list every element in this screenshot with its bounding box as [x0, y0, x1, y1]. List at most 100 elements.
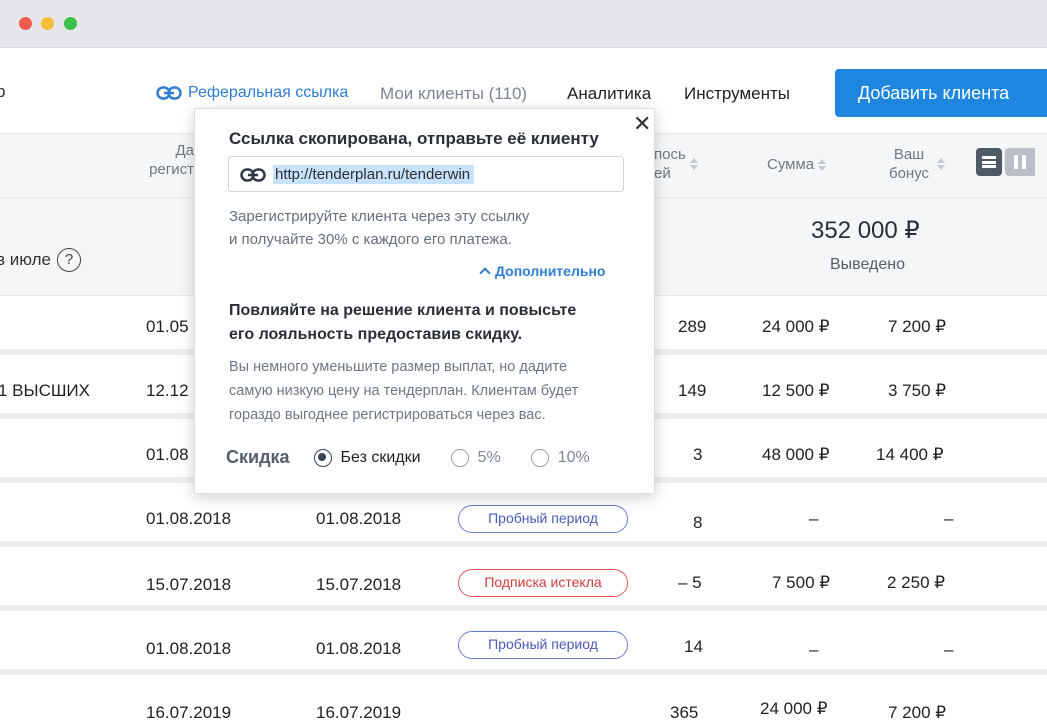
registration-date: 01.08.2018 — [146, 509, 232, 528]
view-toggle — [976, 148, 1035, 176]
table-row[interactable]: 15.07.2018 15.07.2018 Подписка истекла –… — [0, 553, 1047, 611]
discount-heading: Повлияйте на решение клиента и повысьте … — [229, 299, 629, 347]
column-header-text: ей — [654, 165, 671, 182]
days-value: 365 — [670, 703, 699, 722]
sum-value: 24 000 ₽ — [762, 317, 830, 336]
bonus-value: – — [944, 509, 954, 528]
sort-icon — [937, 158, 946, 170]
sum-value: – — [809, 509, 819, 528]
nav-analytics[interactable]: Аналитика — [567, 84, 651, 104]
list-view-button[interactable] — [976, 148, 1002, 176]
close-icon[interactable]: ✕ — [633, 111, 651, 137]
sum-value: 12 500 ₽ — [762, 381, 830, 400]
days-value: 14 — [684, 637, 703, 656]
discount-option-5[interactable]: 5% — [450, 448, 501, 467]
radio-icon — [530, 448, 549, 467]
column-header-days[interactable]: пось ей — [654, 145, 698, 183]
chevron-up-icon — [479, 267, 491, 279]
close-window-button[interactable] — [19, 17, 32, 30]
table-row[interactable]: 01.08.2018 01.08.2018 Пробный период 8 –… — [0, 489, 1047, 547]
bonus-value: 3 750 ₽ — [888, 381, 947, 400]
popup-description: Зарегистрируйте клиента через эту ссылку… — [229, 205, 629, 251]
bonus-value: 7 200 ₽ — [888, 703, 947, 722]
sort-icon — [689, 158, 698, 170]
list-icon — [982, 155, 996, 170]
nav-referral-link[interactable]: Реферальная ссылка — [156, 84, 348, 102]
payment-date: 01.08.2018 — [316, 639, 402, 658]
bonus-value: 7 200 ₽ — [888, 317, 947, 336]
registration-date: 12.12 — [146, 381, 189, 400]
discount-heading-line: его лояльность предоставив скидку. — [229, 326, 523, 343]
sum-value: 7 500 ₽ — [772, 573, 831, 592]
payment-date: 16.07.2019 — [316, 703, 402, 722]
column-header-registration-date[interactable]: Да регист — [138, 141, 194, 179]
radio-icon — [450, 448, 469, 467]
popup-description-line: Зарегистрируйте клиента через эту ссылку — [229, 208, 530, 225]
nav-referral-label: Реферальная ссылка — [188, 84, 349, 101]
referral-link-popup: ✕ Ссылка скопирована, отправьте её клиен… — [194, 108, 655, 494]
radio-selected-icon — [313, 448, 332, 467]
columns-icon — [1012, 155, 1028, 169]
table-row[interactable]: 16.07.2019 16.07.2019 365 24 000 ₽ 7 200… — [0, 681, 1047, 728]
withdrawn-caption: Выведено — [830, 256, 906, 273]
window-titlebar — [0, 0, 1047, 48]
column-header-text: Ваш — [893, 146, 925, 163]
days-value: 3 — [693, 445, 703, 464]
discount-option-label: Без скидки — [340, 448, 421, 466]
registration-date: 15.07.2018 — [146, 575, 232, 594]
logo-text-fragment: р — [0, 82, 6, 101]
withdrawn-amount: 352 000 ₽ — [811, 217, 920, 244]
column-header-text: бонус — [889, 165, 930, 182]
status-badge: Пробный период — [458, 631, 628, 659]
popup-description-line: и получайте 30% с каждого его платежа. — [229, 231, 512, 248]
nav-my-clients[interactable]: Мои клиенты (110) — [380, 84, 527, 104]
discount-selector: Скидка Без скидки 5% 10% — [226, 447, 620, 468]
registration-date: 01.05 — [146, 317, 189, 336]
days-value: 149 — [678, 381, 707, 400]
registration-date: 01.08 — [146, 445, 189, 464]
nav-tools[interactable]: Инструменты — [684, 84, 790, 104]
registration-date: 01.08.2018 — [146, 639, 232, 658]
registration-date: 16.07.2019 — [146, 703, 232, 722]
referral-link-text[interactable]: http://tenderplan.ru/tenderwin — [273, 165, 475, 184]
sort-icon — [818, 159, 827, 172]
bonus-value: – — [944, 640, 954, 659]
column-header-text: регист — [149, 161, 194, 178]
help-icon[interactable]: ? — [57, 248, 82, 272]
sum-value: 48 000 ₽ — [762, 445, 830, 464]
discount-heading-line: Повлияйте на решение клиента и повысьте — [229, 302, 577, 319]
status-badge: Подписка истекла — [458, 569, 628, 597]
column-header-sum[interactable]: Сумма — [767, 155, 827, 174]
client-name: 1 ВЫСШИХ — [0, 381, 90, 400]
days-value: 289 — [678, 317, 707, 336]
discount-note-line: самую низкую цену на тендерплан. Клиента… — [229, 383, 579, 399]
column-header-text: Сумма — [767, 156, 815, 173]
popup-title: Ссылка скопирована, отправьте её клиенту — [229, 129, 599, 148]
days-value: – 5 — [678, 573, 702, 592]
payment-date: 15.07.2018 — [316, 575, 402, 594]
discount-option-label: 10% — [557, 448, 590, 466]
discount-note-line: гораздо выгоднее регистрироваться через … — [229, 407, 546, 423]
column-header-text: пось — [654, 146, 686, 163]
discount-option-none[interactable]: Без скидки — [313, 448, 421, 467]
columns-view-button[interactable] — [1005, 148, 1035, 176]
link-icon — [240, 168, 266, 182]
link-icon — [156, 86, 182, 100]
bonus-value: 2 250 ₽ — [887, 573, 946, 592]
discount-note-line: Вы немного уменьшите размер выплат, но д… — [229, 359, 568, 375]
maximize-window-button[interactable] — [64, 17, 77, 30]
more-toggle-link[interactable]: Дополнительно — [479, 263, 605, 279]
bonus-value: 14 400 ₽ — [876, 445, 944, 464]
column-header-bonus[interactable]: Ваш бонус — [889, 145, 946, 183]
referral-link-field[interactable]: http://tenderplan.ru/tenderwin — [228, 156, 624, 192]
sum-value: 24 000 ₽ — [760, 699, 828, 718]
add-client-button[interactable]: Добавить клиента — [835, 69, 1047, 117]
discount-option-10[interactable]: 10% — [530, 448, 590, 467]
status-badge: Пробный период — [458, 505, 628, 533]
discount-note: Вы немного уменьшите размер выплат, но д… — [229, 355, 639, 427]
minimize-window-button[interactable] — [41, 17, 54, 30]
column-header-text: Да — [175, 142, 194, 159]
summary-label-text: в июле — [0, 250, 52, 269]
payment-date: 01.08.2018 — [316, 509, 402, 528]
table-row[interactable]: 01.08.2018 01.08.2018 Пробный период 14 … — [0, 617, 1047, 675]
